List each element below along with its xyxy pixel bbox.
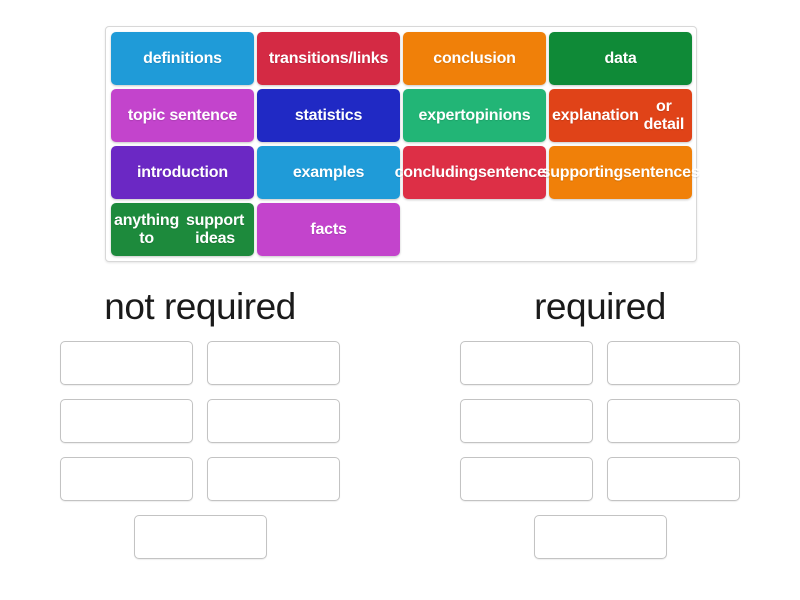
- tile-row: topic sentence statistics expert opinions ex…: [111, 89, 696, 142]
- word-tile-line: expert: [418, 106, 466, 124]
- drop-slot-row: [53, 457, 347, 501]
- drop-slot[interactable]: [207, 457, 340, 501]
- word-tile[interactable]: explanation or detail: [549, 89, 692, 142]
- drop-slot[interactable]: [460, 399, 593, 443]
- drop-slot[interactable]: [607, 457, 740, 501]
- word-tile[interactable]: conclusion: [403, 32, 546, 85]
- drop-slot-row: [53, 399, 347, 443]
- word-tile[interactable]: examples: [257, 146, 400, 199]
- drop-slot[interactable]: [460, 457, 593, 501]
- drop-slot[interactable]: [60, 341, 193, 385]
- word-tile-line: transitions/links: [268, 49, 389, 67]
- word-tile-line: or detail: [643, 97, 685, 133]
- word-tile-line: conclusion: [433, 49, 516, 67]
- word-tile[interactable]: concluding sentences: [395, 146, 555, 199]
- drop-slot[interactable]: [607, 341, 740, 385]
- drop-slot-row: [527, 515, 674, 559]
- word-tile-line: supporting: [541, 163, 624, 181]
- drop-slot[interactable]: [207, 341, 340, 385]
- drop-slot-row: [453, 399, 747, 443]
- word-tile[interactable]: statistics: [257, 89, 400, 142]
- word-tile[interactable]: expert opinions: [403, 89, 546, 142]
- word-tile[interactable]: topic sentence: [111, 89, 254, 142]
- word-tile-line: introduction: [137, 163, 228, 181]
- word-tile-line: opinions: [465, 106, 531, 124]
- word-tile-line: topic sentence: [127, 106, 238, 124]
- drop-column: not required: [0, 280, 400, 580]
- drop-column: required: [400, 280, 800, 580]
- drop-slot[interactable]: [133, 515, 267, 559]
- drop-slot[interactable]: [460, 341, 593, 385]
- word-tile-line: concluding: [394, 163, 479, 181]
- word-tile-line: definitions: [143, 49, 222, 67]
- word-tile-line: data: [604, 49, 637, 67]
- drop-column-title: not required: [104, 286, 296, 327]
- drop-area: not required required: [0, 280, 800, 580]
- word-tile[interactable]: data: [549, 32, 692, 85]
- drop-slot[interactable]: [533, 515, 667, 559]
- word-tile[interactable]: supporting sentences: [542, 146, 700, 199]
- word-tile[interactable]: facts: [257, 203, 400, 256]
- tile-row: anything to support ideas facts: [111, 203, 696, 256]
- drop-slot[interactable]: [607, 399, 740, 443]
- tile-row: definitions transitions/links conclusion da…: [111, 32, 696, 85]
- drop-slot-row: [453, 341, 747, 385]
- word-tile-line: sentences: [623, 163, 700, 181]
- tile-row: introduction examples concluding sentences s…: [111, 146, 700, 199]
- word-tile[interactable]: introduction: [111, 146, 254, 199]
- drop-slot-row: [453, 457, 747, 501]
- drop-slot[interactable]: [60, 457, 193, 501]
- word-tile-line: anything to: [114, 211, 180, 247]
- word-bank-panel: definitions transitions/links conclusion da…: [105, 26, 700, 262]
- word-tile[interactable]: anything to support ideas: [111, 203, 254, 256]
- word-tile-line: statistics: [294, 106, 363, 124]
- word-tile-line: explanation: [552, 106, 639, 124]
- drop-slot[interactable]: [207, 399, 340, 443]
- drop-column-title: required: [534, 286, 666, 327]
- word-tile-line: examples: [292, 163, 365, 181]
- word-tile-line: facts: [310, 220, 347, 238]
- drop-slot-row: [53, 341, 347, 385]
- word-tile[interactable]: definitions: [111, 32, 254, 85]
- word-tile-line: support ideas: [185, 211, 245, 247]
- drop-slot[interactable]: [60, 399, 193, 443]
- word-tile[interactable]: transitions/links: [257, 32, 400, 85]
- drop-slot-row: [127, 515, 274, 559]
